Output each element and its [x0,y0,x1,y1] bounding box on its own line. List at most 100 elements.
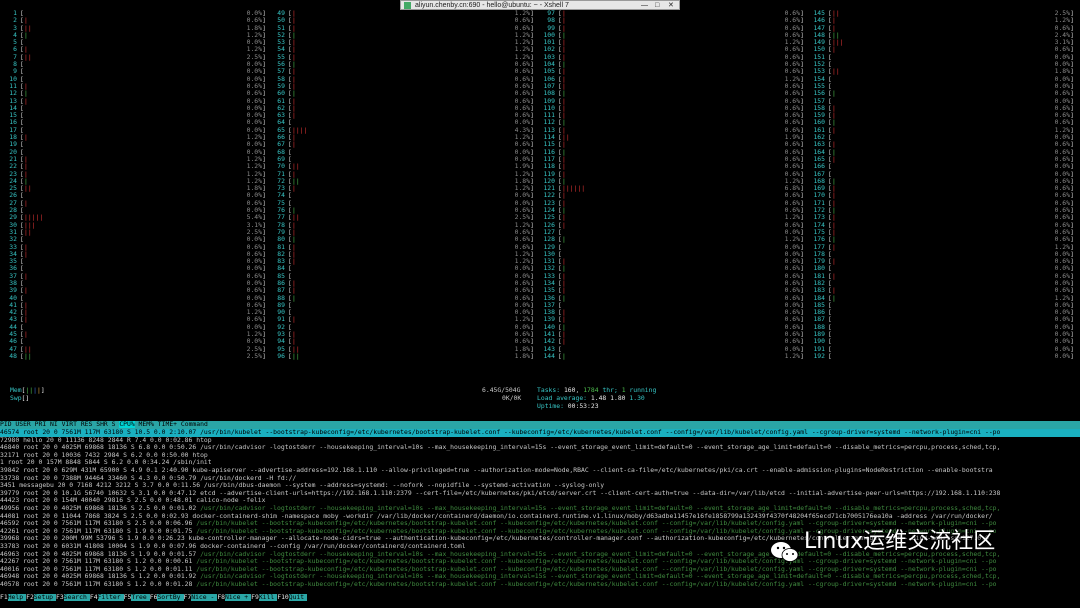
function-key-label[interactable]: Help [7,594,27,602]
process-table-header[interactable]: PID USER PRI NI VIRT RES SHR S CPU% MEM%… [0,421,1080,429]
cpu-usage-bar: | [832,154,836,163]
process-command: docker-containerd-shim -namespace moby -… [192,512,993,520]
function-key-label[interactable]: SortBy [157,594,184,602]
cpu-meter: 140[| 0.6%] [538,323,804,331]
uptime-line: Uptime: 00:53:23 [537,402,599,410]
cpu-meter: 74[0.0%] [268,192,534,199]
cpu-usage-bar: | [24,286,28,295]
col-pri[interactable]: PRI [35,421,50,428]
cpu-meter: 14[0.0%] [0,104,266,112]
cpu-meter: 136[| 0.6%] [538,293,804,302]
cpu-meter: 184[| 1.2%] [808,294,1074,302]
process-command: /usr/bin/kubelet --bootstrap-kubeconfig=… [196,520,997,528]
col-pid[interactable]: PID [0,421,15,428]
process-row[interactable]: 49956 root 20 0 4025M 69868 18136 S 2.5 … [0,505,1080,513]
col-shr[interactable]: SHR [96,421,111,428]
function-key-label[interactable]: Quit [288,594,308,602]
cpu-percent: 1.8% [514,351,530,360]
function-key[interactable]: F5 [123,594,132,601]
function-key-label[interactable]: Search [63,594,90,602]
process-row[interactable]: 32171 root 20 0 10036 7432 2984 S 6.2 0.… [0,452,1080,460]
cpu-meter: 116[| 0.6%] [538,148,804,156]
process-row[interactable]: 1 root 20 0 157M 8848 5844 S 6.2 0.0 0:3… [0,459,1080,467]
cpu-meter: 87[| 0.6%] [268,287,534,294]
cpu-meter: 17[0.0%] [0,126,266,134]
col-command[interactable]: Command [181,421,208,428]
function-key[interactable]: F6 [149,594,158,601]
col-res[interactable]: RES [81,421,96,428]
function-key[interactable]: F3 [56,594,64,601]
col-user[interactable]: USER [15,421,34,428]
process-row[interactable]: 44081 root 20 0 11044 7868 3824 S 2.5 0.… [0,513,1080,521]
process-command: etcd --advertise-client-urls=https://192… [200,489,1001,497]
col-time[interactable]: TIME+ [158,421,181,428]
process-row[interactable]: 39779 root 20 0 10.1G 56740 10632 S 3.1 … [0,490,1080,498]
function-key[interactable]: F4 [89,594,98,601]
cpu-meter: 27[| 0.6%] [0,199,266,207]
col-cpu[interactable]: CPU% [119,421,135,428]
cpu-usage-bar: || [24,351,32,360]
function-key-label[interactable]: Setup [33,594,57,602]
cpu-meter: 93[| 0.6%] [268,330,534,338]
function-key[interactable]: F7 [183,594,192,601]
cpu-meter: 47[|| 2.5%] [0,345,266,353]
process-row[interactable]: 39842 root 20 0 629M 431M 65900 S 4.9 0.… [0,467,1080,475]
cpu-meter: 55[| 1.2%] [268,53,534,61]
function-key[interactable]: F2 [26,594,34,601]
cpu-meter: 102[| 0.6%] [538,46,804,53]
summary-panel: Mem[||||] 6.45G/504G Swp[] 0K/0K Tasks: … [0,386,1080,416]
process-row[interactable]: 46840 root 20 0 4025M 69868 18136 S 6.8 … [0,444,1080,452]
function-key-label[interactable]: Nice - [191,594,218,602]
cpu-meter: 144[| 1.2%] [538,352,804,360]
cpu-meter: 11[| 0.6%] [0,82,266,90]
process-row[interactable]: 33738 root 20 0 7388M 94464 33460 S 4.3 … [0,475,1080,483]
cpu-meter: 60[| 0.6%] [268,90,534,97]
cpu-usage-bar: | [562,293,566,302]
cpu-meter: 3[|| 1.8%] [0,24,266,32]
cpu-meter: 175[| 0.6%] [808,228,1074,236]
col-virt[interactable]: VIRT [62,421,81,428]
cpu-usage-bar: | [832,257,836,266]
function-key[interactable]: F8 [217,594,226,601]
cpu-meter: 166[0.0%] [808,163,1074,170]
cpu-column: 97[| 0.6%] 98[| 0.6%] 99[| 0.6%] 100[| 0.6%] 101… [538,9,804,360]
cpu-meter: 68[0.0%] [268,148,534,156]
process-row[interactable]: 46574 root 20 0 7561M 117M 63180 S 10.5 … [0,429,1080,437]
cpu-meter: 29[||||| 5.4%] [0,214,266,221]
process-row[interactable]: 42267 root 20 0 7561M 117M 63180 S 1.2 0… [0,558,1080,566]
cpu-meter: 125[| 1.2%] [538,214,804,221]
function-key-label[interactable]: Filter [97,594,124,602]
cpu-meter: 118[| 0.6%] [538,163,804,170]
process-fields: 3451 messagebu 20 0 7168 4212 3212 S 3.7… [0,482,204,490]
cpu-meter: 104[| 0.6%] [538,60,804,68]
cpu-meter: 106[| 1.2%] [538,75,804,83]
col-mem[interactable]: MEM% [135,421,158,428]
function-key[interactable]: F10 [277,594,289,601]
process-row[interactable]: 40578 root 20 0 7561M 117M 63180 S 1.2 0… [0,581,1080,589]
process-fields: 46840 root 20 0 4025M 69868 18136 S 6.8 … [0,444,201,452]
function-key[interactable]: F1 [0,594,8,601]
function-key-label[interactable]: Nice + [225,594,252,602]
cpu-usage-bar: | [24,249,28,258]
cpu-meter: 91[| 1.2%] [268,316,534,323]
cpu-usage-bar: | [292,257,296,266]
cpu-meter: 149[||| 3.1%] [808,38,1074,46]
cpu-meter: 77[|| 2.5%] [268,214,534,221]
process-row[interactable]: 72980 hello 20 0 11136 8248 2844 R 7.4 0… [0,437,1080,445]
process-row[interactable]: 44423 root 20 0 154M 40040 29816 S 2.5 0… [0,497,1080,505]
cpu-meter: 50[| 0.6%] [268,17,534,24]
function-key-label[interactable]: Tree [131,594,150,602]
meter-bracket: ] [530,351,534,360]
process-row[interactable]: 3451 messagebu 20 0 7168 4212 3212 S 3.7… [0,482,1080,490]
process-row[interactable]: 40016 root 20 0 7561M 117M 63180 S 1.2 0… [0,566,1080,574]
process-command: htop [196,436,212,444]
function-key-label[interactable]: Kill [258,594,278,602]
process-row[interactable]: 46592 root 20 0 7561M 117M 63180 S 2.5 0… [0,520,1080,528]
cpu-meter: 95[|| 1.8%] [268,345,534,353]
function-key[interactable]: F9 [251,594,259,601]
cpu-meter: 51[| 0.6%] [268,24,534,32]
cpu-usage-bar: | [292,111,296,120]
col-ni[interactable]: NI [50,421,62,428]
process-row[interactable]: 46948 root 20 0 4025M 69868 18136 S 1.2 … [0,573,1080,581]
cpu-number: 96 [277,351,285,360]
